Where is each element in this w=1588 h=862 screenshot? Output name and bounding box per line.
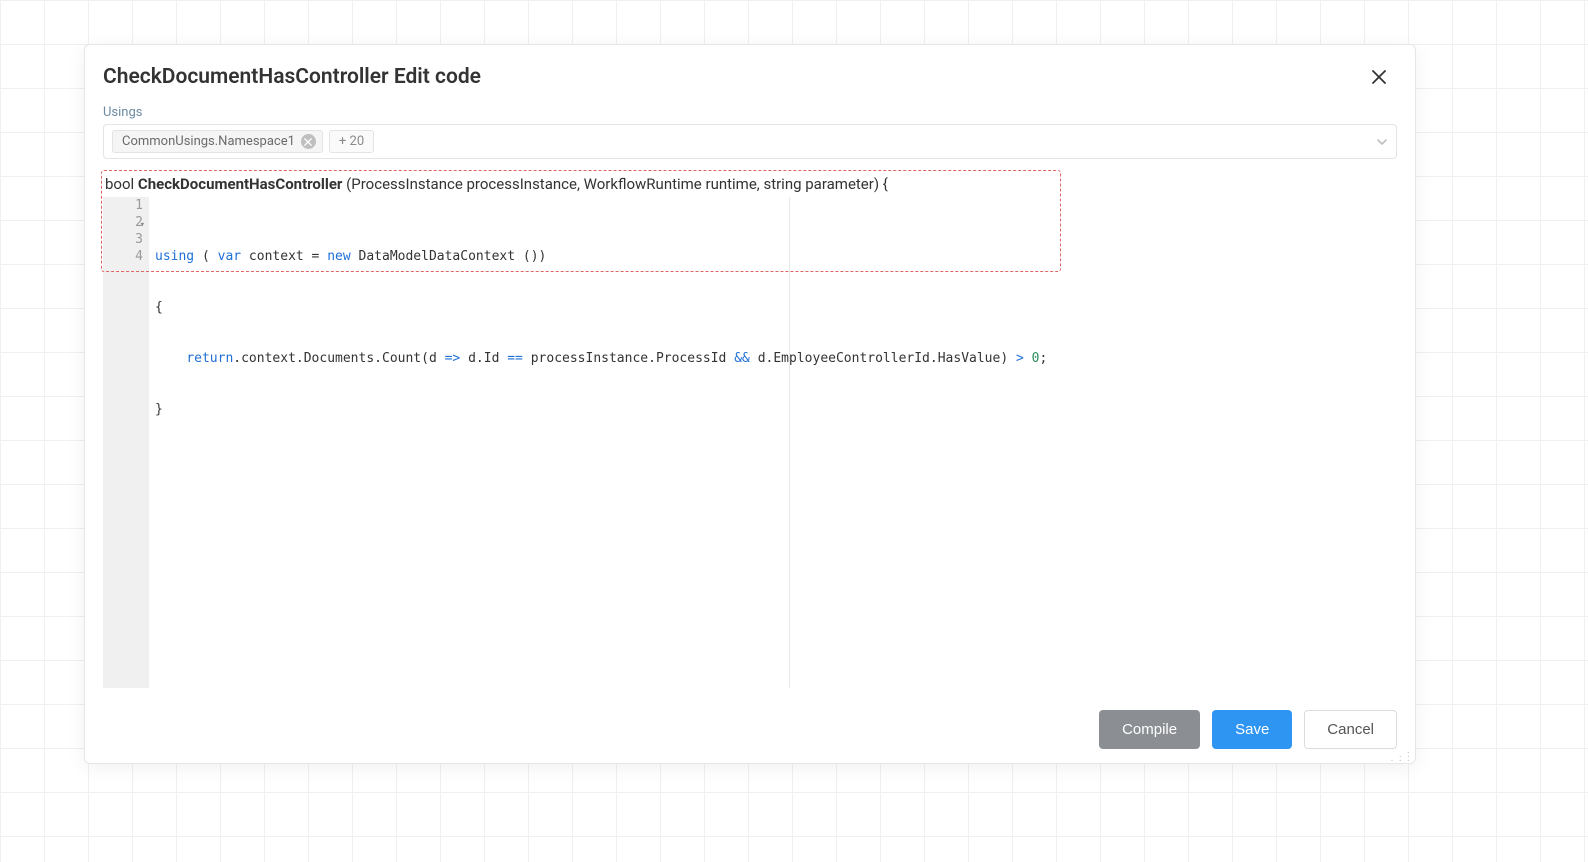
signature-function-name: CheckDocumentHasController bbox=[138, 175, 343, 193]
code-line: } bbox=[155, 401, 1397, 418]
save-button[interactable]: Save bbox=[1212, 710, 1292, 749]
usings-select[interactable]: CommonUsings.Namespace1 + 20 bbox=[103, 124, 1397, 159]
gutter-line: 1 bbox=[109, 197, 143, 214]
function-signature: bool CheckDocumentHasController (Process… bbox=[103, 175, 1397, 197]
signature-return-type: bool bbox=[105, 175, 138, 193]
gutter-line: 4 bbox=[109, 248, 143, 265]
compile-button[interactable]: Compile bbox=[1099, 710, 1200, 749]
usings-label: Usings bbox=[85, 99, 1415, 124]
resize-handle[interactable]: .. .. . . bbox=[1391, 747, 1411, 759]
modal-footer: Compile Save Cancel .. .. . . bbox=[85, 688, 1415, 763]
close-icon bbox=[1372, 70, 1386, 84]
chevron-down-icon bbox=[1376, 136, 1388, 148]
usings-dropdown-toggle[interactable] bbox=[1376, 136, 1388, 148]
code-line: return.context.Documents.Count(d => d.Id… bbox=[155, 350, 1397, 367]
gutter-line: 2▾ bbox=[109, 214, 143, 231]
remove-tag-button[interactable] bbox=[301, 134, 316, 149]
modal-header: CheckDocumentHasController Edit code bbox=[85, 45, 1415, 99]
usings-tag: CommonUsings.Namespace1 bbox=[112, 130, 323, 153]
edit-code-modal: CheckDocumentHasController Edit code Usi… bbox=[84, 44, 1416, 764]
close-icon bbox=[304, 138, 312, 146]
cancel-button[interactable]: Cancel bbox=[1304, 710, 1397, 749]
code-line: using ( var context = new DataModelDataC… bbox=[155, 248, 1397, 265]
close-button[interactable] bbox=[1365, 63, 1393, 91]
usings-tag-label: CommonUsings.Namespace1 bbox=[122, 134, 295, 149]
code-editor-area: bool CheckDocumentHasController (Process… bbox=[103, 175, 1397, 688]
code-line: { bbox=[155, 299, 1397, 316]
signature-params: (ProcessInstance processInstance, Workfl… bbox=[342, 175, 887, 193]
modal-title: CheckDocumentHasController Edit code bbox=[103, 65, 481, 89]
code-body[interactable]: using ( var context = new DataModelDataC… bbox=[149, 197, 1397, 688]
gutter-line: 3 bbox=[109, 231, 143, 248]
code-editor[interactable]: 1 2▾ 3 4 using ( var context = new DataM… bbox=[103, 197, 1397, 688]
usings-more-tag[interactable]: + 20 bbox=[329, 130, 374, 153]
line-gutter: 1 2▾ 3 4 bbox=[103, 197, 149, 688]
